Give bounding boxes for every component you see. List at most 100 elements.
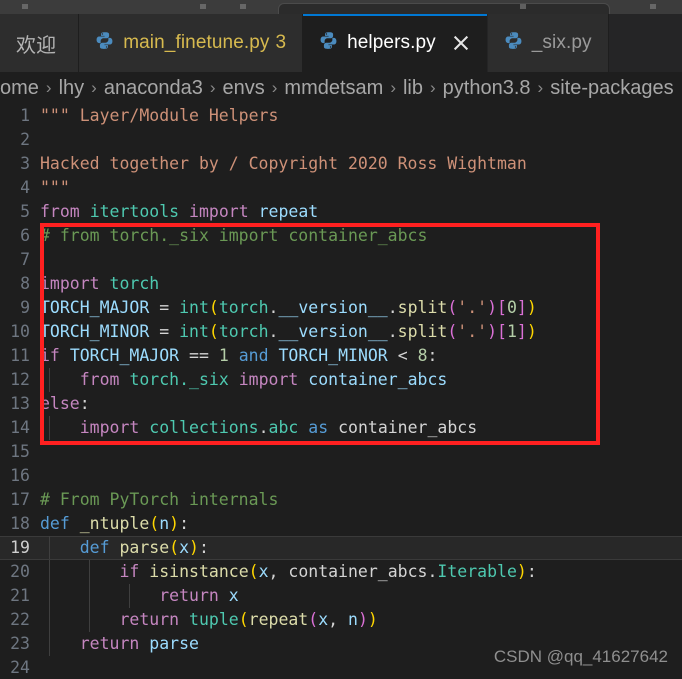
code-line: 18 def _ntuple(n): [0, 512, 682, 536]
line-number: 22 [10, 610, 30, 629]
chevron-right-icon: › [537, 78, 544, 97]
code-text: return tuple(repeat(x, n)) [119, 610, 378, 629]
code-line: 7 [0, 248, 682, 272]
code-text: Hacked together by / Copyright 2020 Ross… [40, 154, 527, 173]
line-number: 16 [10, 466, 30, 485]
line-number: 8 [20, 274, 30, 293]
line-number: 17 [10, 490, 30, 509]
code-editor[interactable]: 1 """ Layer/Module Helpers 2 3 Hacked to… [0, 104, 682, 679]
line-number: 21 [10, 586, 30, 605]
titlebar-glyph-right [520, 4, 526, 9]
chevron-right-icon: › [430, 78, 436, 97]
python-icon [504, 31, 523, 55]
breadcrumb-item[interactable]: python3.8 [443, 77, 531, 100]
code-text: """ [40, 178, 70, 197]
code-line: 8 import torch [0, 272, 682, 296]
line-number: 3 [20, 154, 30, 173]
code-line: 21 return x [0, 584, 682, 608]
chevron-right-icon: › [390, 78, 396, 97]
breadcrumb-item[interactable]: site-packages [550, 77, 673, 100]
code-line-active: 19 def parse(x): [0, 536, 682, 560]
code-text: # from torch._six import container_abcs [40, 226, 428, 245]
tab-welcome-label: 欢迎 [16, 34, 57, 57]
code-line: 11 if TORCH_MAJOR == 1 and TORCH_MINOR <… [0, 344, 682, 368]
code-line: 22 return tuple(repeat(x, n)) [0, 608, 682, 632]
titlebar-glyph-left [22, 4, 28, 9]
code-line: 20 if isinstance(x, container_abcs.Itera… [0, 560, 682, 584]
python-icon [319, 31, 338, 55]
code-text: else: [40, 394, 90, 413]
code-line: 15 [0, 440, 682, 464]
watermark: CSDN @qq_41627642 [493, 647, 668, 666]
code-text: # From PyTorch internals [40, 490, 279, 509]
code-line: 3 Hacked together by / Copyright 2020 Ro… [0, 152, 682, 176]
line-number: 6 [20, 226, 30, 245]
tab-six[interactable]: _six.py [487, 14, 609, 72]
breadcrumb-item[interactable]: anaconda3 [104, 77, 203, 100]
python-icon [95, 31, 114, 55]
tab-helpers-label: helpers.py [347, 32, 436, 53]
titlebar-glyph-mid2 [240, 4, 246, 9]
code-line: 14 import collections.abc as container_a… [0, 416, 682, 440]
code-text: return x [159, 586, 239, 605]
editor-tab-bar: 欢迎 main_finetune.py 3 helpers.py _six.py [0, 14, 682, 72]
code-line: 16 [0, 464, 682, 488]
code-line: 17 # From PyTorch internals [0, 488, 682, 512]
line-number: 13 [10, 394, 30, 413]
code-text: TORCH_MAJOR = int(torch.__version__.spli… [40, 298, 537, 317]
code-text: def parse(x): [79, 538, 209, 557]
code-line: 1 """ Layer/Module Helpers [0, 104, 682, 128]
line-number: 1 [20, 106, 30, 125]
code-line: 6 # from torch._six import container_abc… [0, 224, 682, 248]
chevron-right-icon: › [271, 78, 278, 97]
code-text: import torch [40, 274, 160, 293]
line-number: 9 [20, 298, 30, 317]
line-number: 14 [10, 418, 30, 437]
breadcrumb-item[interactable]: mmdetsam [284, 77, 383, 100]
command-palette-input[interactable] [278, 3, 610, 14]
tab-main-finetune[interactable]: main_finetune.py 3 [79, 14, 304, 72]
breadcrumb-item[interactable]: envs [222, 77, 264, 100]
close-icon[interactable] [451, 33, 471, 53]
code-text: """ Layer/Module Helpers [40, 106, 279, 125]
line-number: 2 [20, 130, 30, 149]
tab-welcome[interactable]: 欢迎 [0, 14, 80, 72]
chevron-right-icon: › [91, 78, 97, 97]
breadcrumb-item[interactable]: lhy [59, 77, 85, 100]
code-text: return parse [79, 634, 199, 653]
chevron-right-icon: › [209, 78, 216, 97]
line-number: 11 [10, 346, 30, 365]
code-text: from itertools import repeat [40, 202, 319, 221]
code-line: 2 [0, 128, 682, 152]
breadcrumb: ome › lhy › anaconda3 › envs › mmdetsam … [0, 72, 682, 104]
breadcrumb-item[interactable]: lib [403, 77, 423, 100]
code-line: 12 from torch._six import container_abcs [0, 368, 682, 392]
titlebar-glyph-mid [200, 4, 206, 9]
tab-main-finetune-badge: 3 [275, 32, 287, 53]
breadcrumb-item[interactable]: ome [0, 77, 39, 100]
code-text: if isinstance(x, container_abcs.Iterable… [119, 562, 537, 581]
line-number: 24 [10, 658, 30, 677]
line-number: 15 [10, 442, 30, 461]
line-number: 5 [20, 202, 30, 221]
line-number: 7 [20, 250, 30, 269]
code-text: TORCH_MINOR = int(torch.__version__.spli… [40, 322, 537, 341]
line-number: 18 [10, 514, 30, 533]
tab-helpers[interactable]: helpers.py [303, 14, 488, 72]
code-line: 5 from itertools import repeat [0, 200, 682, 224]
chevron-right-icon: › [45, 78, 52, 97]
line-number: 20 [10, 562, 30, 581]
code-line: 10 TORCH_MINOR = int(torch.__version__.s… [0, 320, 682, 344]
title-bar [0, 0, 682, 14]
line-number: 10 [10, 322, 30, 341]
tab-six-label: _six.py [531, 32, 592, 53]
line-number: 4 [20, 178, 30, 197]
tab-main-finetune-label: main_finetune.py [123, 32, 270, 53]
line-number: 23 [10, 634, 30, 653]
code-text: import collections.abc as container_abcs [79, 418, 478, 437]
line-number: 12 [10, 370, 30, 389]
code-text: def _ntuple(n): [40, 514, 190, 533]
code-text: if TORCH_MAJOR == 1 and TORCH_MINOR < 8: [40, 346, 438, 365]
vscode-window: 欢迎 main_finetune.py 3 helpers.py _six.py… [0, 0, 682, 679]
code-line: 9 TORCH_MAJOR = int(torch.__version__.sp… [0, 296, 682, 320]
